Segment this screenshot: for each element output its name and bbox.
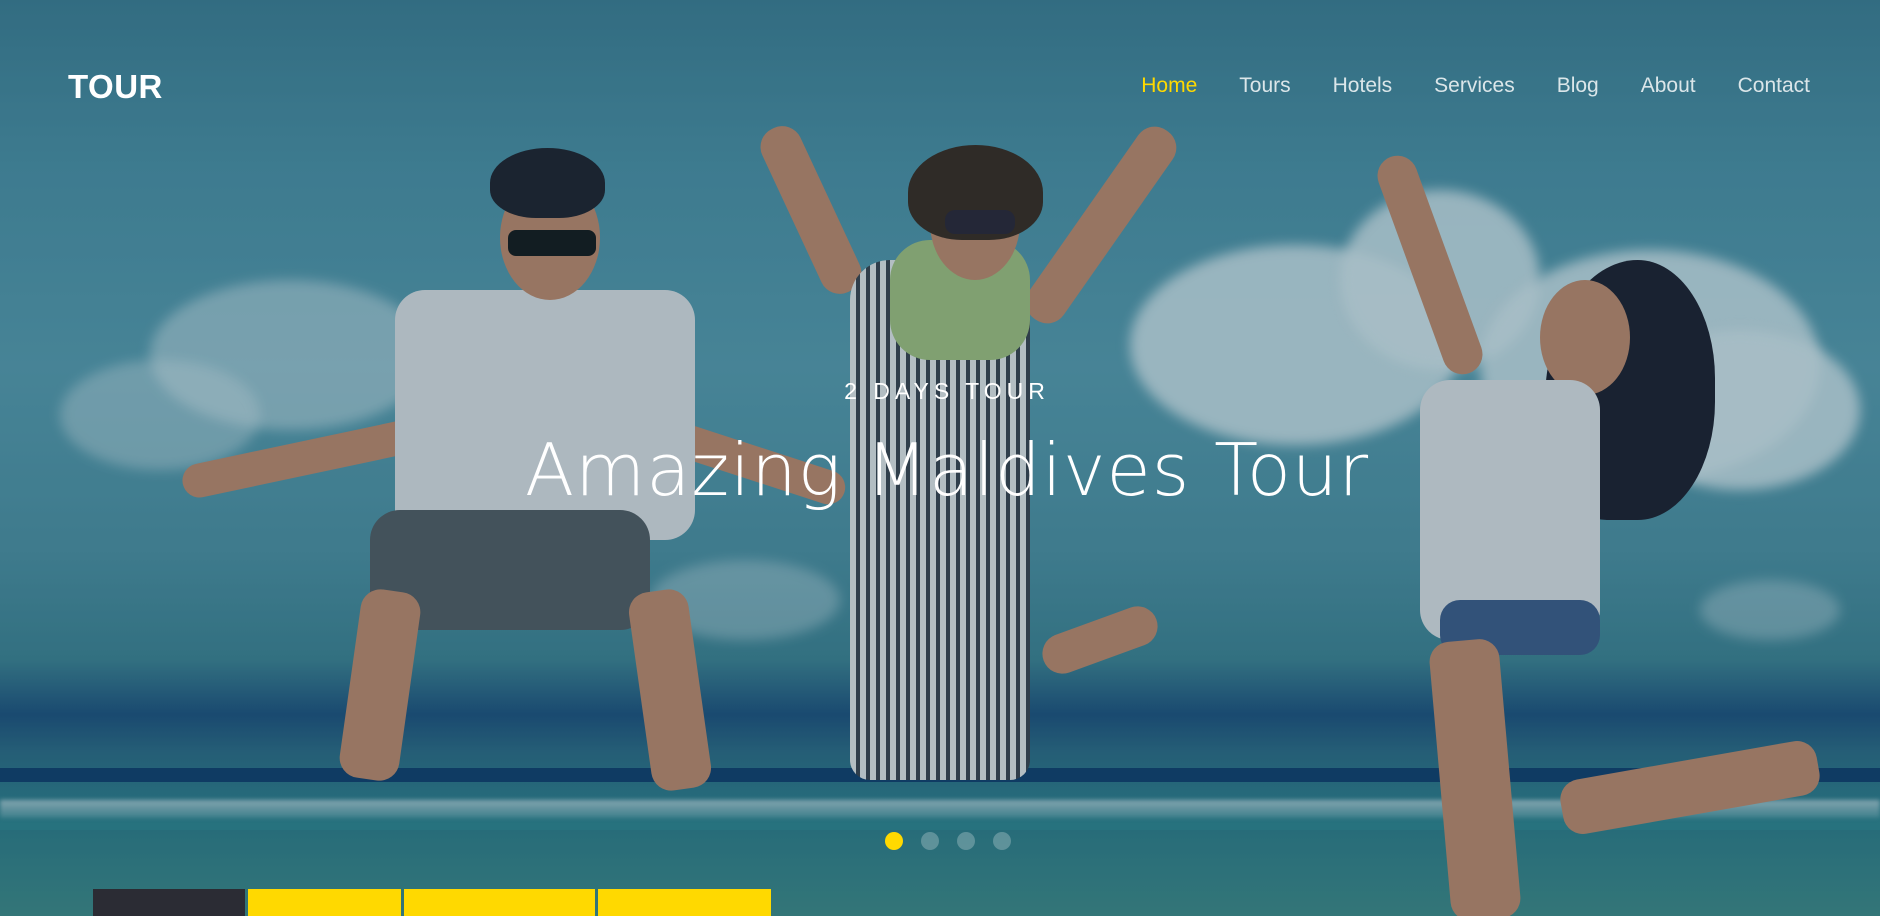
slider-dot-2[interactable] <box>921 832 939 850</box>
search-tab-2[interactable] <box>248 889 401 916</box>
nav-item-home[interactable]: Home <box>1141 74 1197 98</box>
hero-section: TOUR Home Tours Hotels Services Blog Abo… <box>0 0 1880 916</box>
slider-dot-1[interactable] <box>885 832 903 850</box>
search-tab-3[interactable] <box>404 889 595 916</box>
main-nav: Home Tours Hotels Services Blog About Co… <box>1141 74 1810 98</box>
search-tab-1[interactable] <box>93 889 245 916</box>
search-tabs <box>93 889 771 916</box>
site-logo[interactable]: TOUR <box>68 68 163 106</box>
nav-item-services[interactable]: Services <box>1434 74 1515 98</box>
slider-dots <box>885 832 1011 850</box>
hero-subtitle: 2 DAYS TOUR <box>844 378 1050 404</box>
hero-title: Amazing Maldives Tour <box>524 428 1370 512</box>
nav-item-contact[interactable]: Contact <box>1738 74 1810 98</box>
nav-item-about[interactable]: About <box>1641 74 1696 98</box>
nav-item-blog[interactable]: Blog <box>1557 74 1599 98</box>
nav-item-tours[interactable]: Tours <box>1239 74 1290 98</box>
slider-dot-4[interactable] <box>993 832 1011 850</box>
nav-item-hotels[interactable]: Hotels <box>1333 74 1393 98</box>
search-tab-4[interactable] <box>598 889 771 916</box>
slider-dot-3[interactable] <box>957 832 975 850</box>
